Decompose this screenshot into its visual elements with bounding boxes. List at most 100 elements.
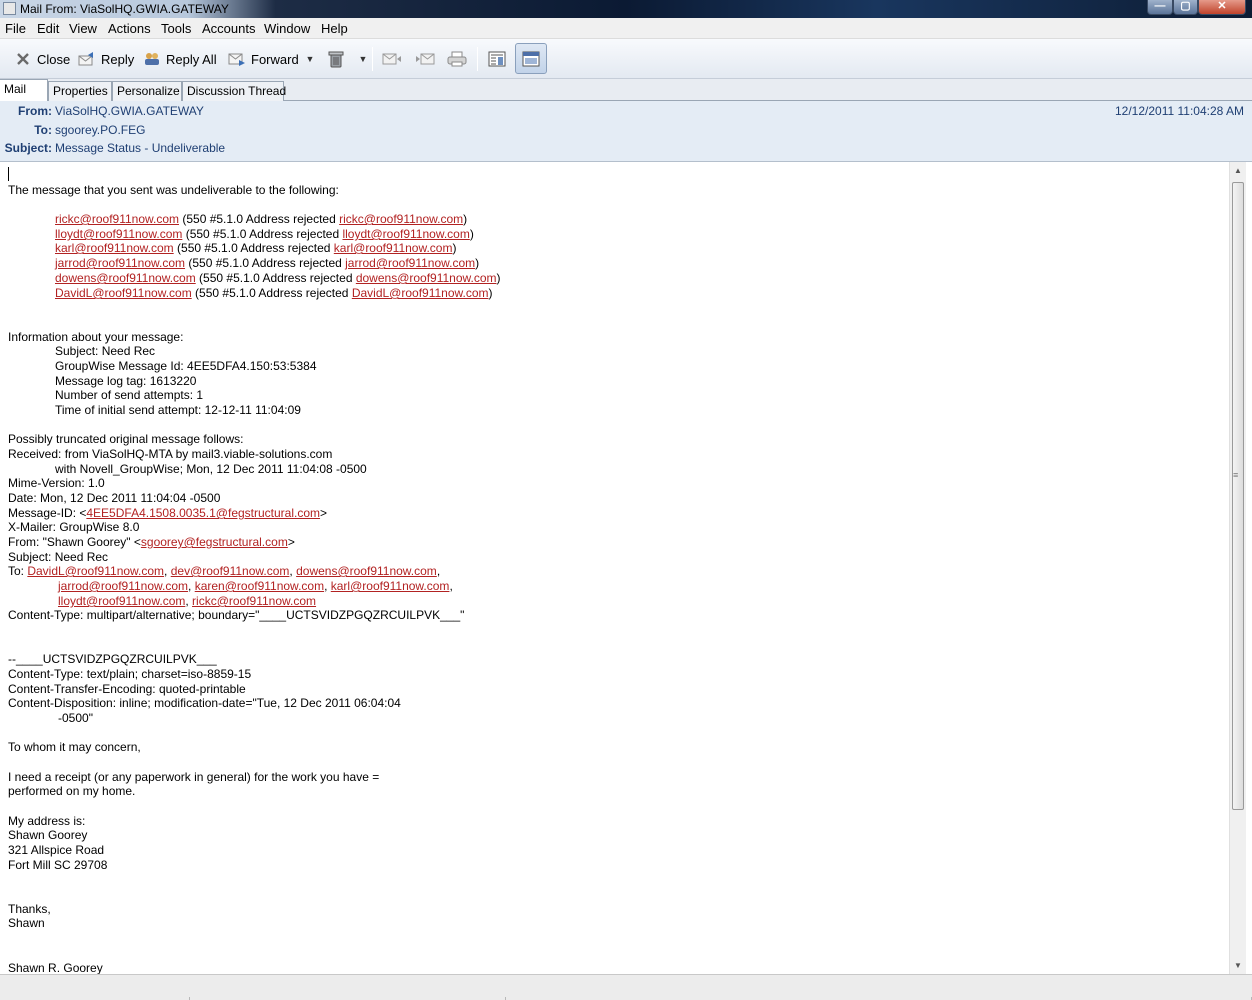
vertical-scrollbar[interactable]: ▲ ≡ ▼: [1229, 162, 1246, 974]
address-link[interactable]: jarrod@roof911now.com: [345, 256, 475, 270]
forward-icon: [228, 51, 246, 67]
to-value[interactable]: sgoorey.PO.FEG: [55, 123, 145, 137]
show-fields-icon[interactable]: [485, 48, 509, 70]
address-line: Fort Mill SC 29708: [8, 858, 108, 872]
address-link[interactable]: rickc@roof911now.com: [339, 212, 463, 226]
scrollbar-grip-icon: ≡: [1233, 470, 1239, 480]
sender-email-link[interactable]: sgoorey@fegstructural.com: [141, 535, 288, 549]
tab-discussion-thread[interactable]: Discussion Thread: [182, 81, 286, 101]
message-id-link[interactable]: 4EE5DFA4.1508.0035.1@fegstructural.com: [86, 506, 320, 520]
scroll-up-arrow-icon[interactable]: ▲: [1230, 162, 1246, 179]
boundary-line: --____UCTSVIDZPGQZRCUILPVK___: [8, 652, 217, 666]
address-link[interactable]: DavidL@roof911now.com: [352, 286, 489, 300]
forward-button-label: Forward: [251, 51, 299, 67]
message-id-line: Message-ID: <4EE5DFA4.1508.0035.1@fegstr…: [8, 506, 328, 520]
window-title: Mail From: ViaSolHQ.GWIA.GATEWAY: [20, 2, 229, 16]
close-button[interactable]: Close: [14, 49, 70, 69]
undeliverable-row: dowens@roof911now.com (550 #5.1.0 Addres…: [55, 271, 501, 285]
minimize-button[interactable]: —: [1147, 0, 1173, 15]
menu-window[interactable]: Window: [264, 21, 310, 36]
undeliverable-row: lloydt@roof911now.com (550 #5.1.0 Addres…: [55, 227, 474, 241]
recipient-link[interactable]: rickc@roof911now.com: [192, 594, 316, 608]
undeliverable-row: DavidL@roof911now.com (550 #5.1.0 Addres…: [55, 286, 493, 300]
signature-line: Shawn: [8, 916, 45, 930]
info-line: GroupWise Message Id: 4EE5DFA4.150:53:53…: [55, 359, 317, 373]
tab-personalize[interactable]: Personalize: [112, 81, 182, 101]
reply-button[interactable]: Reply: [78, 49, 134, 69]
disposition-line: Content-Disposition: inline; modificatio…: [8, 696, 401, 710]
address-link[interactable]: karl@roof911now.com: [55, 241, 174, 255]
show-preview-icon[interactable]: [515, 43, 547, 74]
menu-view[interactable]: View: [69, 21, 97, 36]
subject-line: Subject: Need Rec: [8, 550, 109, 564]
close-button-label: Close: [37, 51, 71, 67]
recipient-link[interactable]: dowens@roof911now.com: [296, 564, 437, 578]
from-line: From: "Shawn Goorey" <sgoorey@fegstructu…: [8, 535, 295, 549]
mime-line: Mime-Version: 1.0: [8, 476, 105, 490]
paragraph-line: I need a receipt (or any paperwork in ge…: [8, 770, 380, 784]
address-heading: My address is:: [8, 814, 86, 828]
print-icon[interactable]: [445, 48, 469, 70]
scroll-down-arrow-icon[interactable]: ▼: [1230, 957, 1246, 974]
recipient-link[interactable]: karen@roof911now.com: [195, 579, 324, 593]
reply-all-button[interactable]: Reply All: [143, 49, 217, 69]
next-item-icon[interactable]: [413, 48, 437, 70]
greeting-line: To whom it may concern,: [8, 740, 141, 754]
menu-edit[interactable]: Edit: [37, 21, 59, 36]
recipient-link[interactable]: jarrod@roof911now.com: [58, 579, 188, 593]
address-link[interactable]: rickc@roof911now.com: [55, 212, 179, 226]
reply-all-icon: [143, 51, 161, 67]
from-label: From:: [18, 104, 52, 118]
recipient-link[interactable]: lloydt@roof911now.com: [58, 594, 185, 608]
recipient-link[interactable]: DavidL@roof911now.com: [27, 564, 164, 578]
close-icon: [14, 51, 32, 67]
tab-mail[interactable]: Mail: [0, 79, 48, 101]
message-header: From: ViaSolHQ.GWIA.GATEWAY To: sgoorey.…: [0, 101, 1252, 162]
trash-icon[interactable]: [324, 48, 348, 70]
recipient-link[interactable]: dev@roof911now.com: [171, 564, 290, 578]
menu-accounts[interactable]: Accounts: [202, 21, 255, 36]
message-body[interactable]: The message that you sent was undelivera…: [0, 162, 1229, 974]
menu-file[interactable]: File: [5, 21, 26, 36]
address-link[interactable]: lloydt@roof911now.com: [342, 227, 469, 241]
info-line: Subject: Need Rec: [55, 344, 156, 358]
date-value: 12/12/2011 11:04:28 AM: [1115, 104, 1244, 118]
reply-all-button-label: Reply All: [166, 51, 217, 67]
disposition-line: -0500": [58, 711, 93, 725]
tab-strip: Mail Properties Personalize Discussion T…: [0, 79, 1252, 101]
reply-icon: [78, 51, 96, 67]
close-window-button[interactable]: ✕: [1198, 0, 1246, 15]
intro-text: The message that you sent was undelivera…: [8, 183, 339, 197]
x-mailer-line: X-Mailer: GroupWise 8.0: [8, 520, 140, 534]
info-line: Number of send attempts: 1: [55, 388, 204, 402]
content-type-plain-line: Content-Type: text/plain; charset=iso-88…: [8, 667, 252, 681]
address-link[interactable]: lloydt@roof911now.com: [55, 227, 182, 241]
to-line: To: DavidL@roof911now.com, dev@roof911no…: [8, 564, 441, 578]
address-link[interactable]: jarrod@roof911now.com: [55, 256, 185, 270]
forward-button[interactable]: Forward: [228, 49, 299, 69]
received-line: Received: from ViaSolHQ-MTA by mail3.via…: [8, 447, 333, 461]
previous-item-icon[interactable]: [380, 48, 404, 70]
forward-dropdown-arrow-icon[interactable]: ▼: [298, 48, 322, 70]
recipient-link[interactable]: karl@roof911now.com: [331, 579, 450, 593]
subject-label: Subject:: [4, 141, 52, 155]
address-link[interactable]: DavidL@roof911now.com: [55, 286, 192, 300]
tab-properties[interactable]: Properties: [48, 81, 112, 101]
paragraph-line: performed on my home.: [8, 784, 136, 798]
scrollbar-thumb[interactable]: [1232, 182, 1244, 810]
date-line: Date: Mon, 12 Dec 2011 11:04:04 -0500: [8, 491, 221, 505]
address-link[interactable]: dowens@roof911now.com: [356, 271, 497, 285]
menu-tools[interactable]: Tools: [161, 21, 191, 36]
text-caret: [8, 167, 9, 181]
undeliverable-row: jarrod@roof911now.com (550 #5.1.0 Addres…: [55, 256, 480, 270]
menu-help[interactable]: Help: [321, 21, 348, 36]
from-value[interactable]: ViaSolHQ.GWIA.GATEWAY: [55, 104, 204, 118]
info-line: Time of initial send attempt: 12-12-11 1…: [55, 403, 301, 417]
to-line: jarrod@roof911now.com, karen@roof911now.…: [58, 579, 453, 593]
address-link[interactable]: karl@roof911now.com: [334, 241, 453, 255]
maximize-button[interactable]: ▢: [1173, 0, 1198, 15]
menu-actions[interactable]: Actions: [108, 21, 151, 36]
to-line: lloydt@roof911now.com, rickc@roof911now.…: [58, 594, 317, 608]
address-link[interactable]: dowens@roof911now.com: [55, 271, 196, 285]
info-heading: Information about your message:: [8, 330, 184, 344]
